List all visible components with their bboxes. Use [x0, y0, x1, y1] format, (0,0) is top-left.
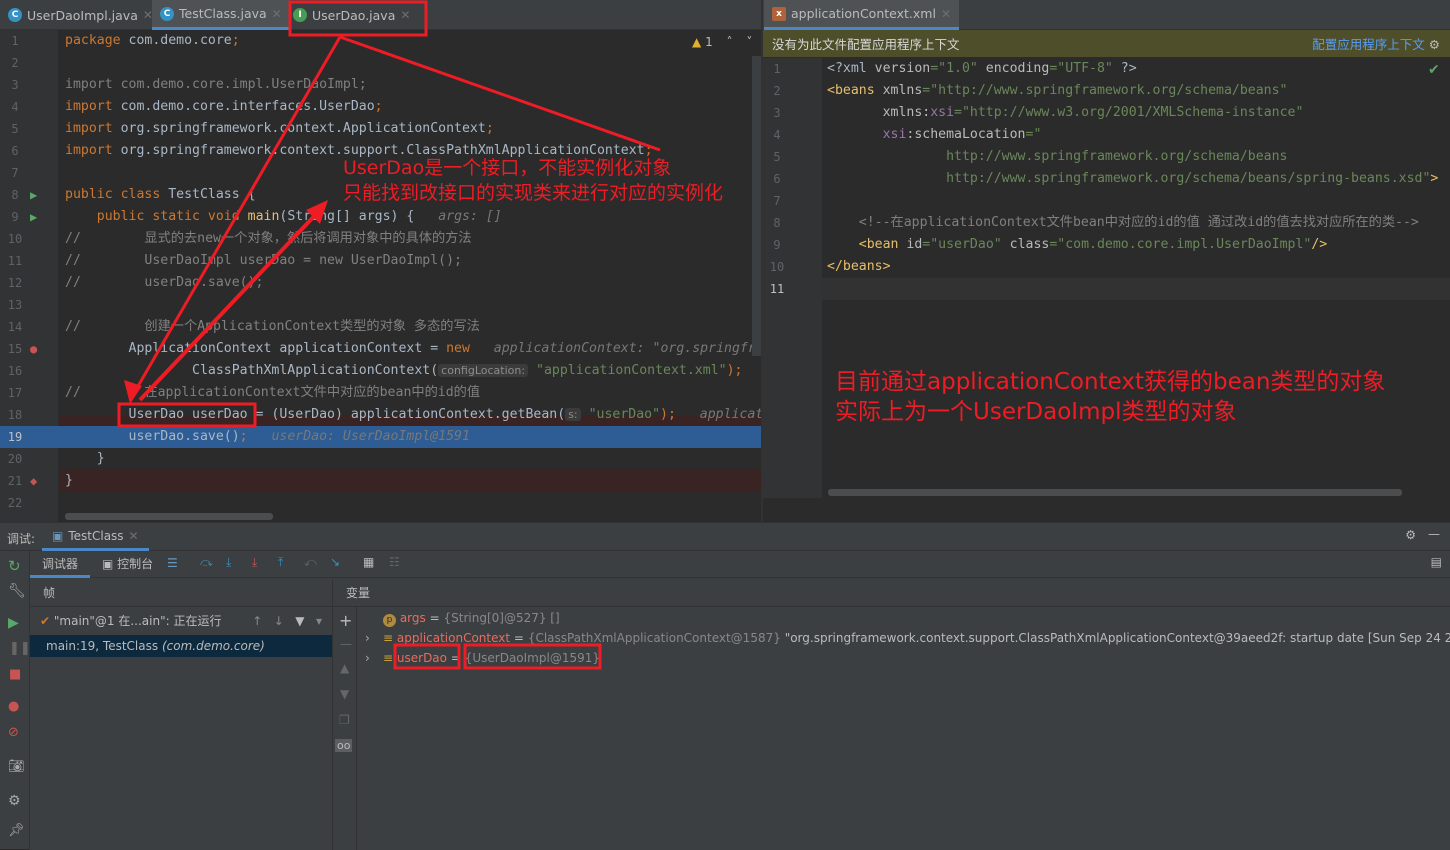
userdao-declaration-highlight: [117, 402, 257, 428]
arrow-line: [128, 36, 342, 401]
note-line: UserDao是一个接口，不能实例化对象: [343, 157, 672, 179]
arrow-line: [138, 208, 322, 402]
arrow-line: [339, 35, 661, 152]
note-line: 目前通过applicationContext获得的bean类型的对象: [835, 369, 1386, 395]
userdao-value-highlight: [463, 643, 602, 670]
note-line: 只能找到改接口的实现类来进行对应的实例化: [343, 182, 724, 204]
userdao-tab-highlight: [288, 0, 428, 37]
annotation-note-2: 目前通过applicationContext获得的bean类型的对象 实际上为一…: [835, 367, 1385, 427]
userdao-var-highlight: [393, 643, 461, 670]
annotation-note-1: UserDao是一个接口，不能实例化对象 只能找到改接口的实现类来进行对应的实例…: [343, 156, 723, 206]
note-line: 实际上为一个UserDaoImpl类型的对象: [835, 399, 1237, 425]
